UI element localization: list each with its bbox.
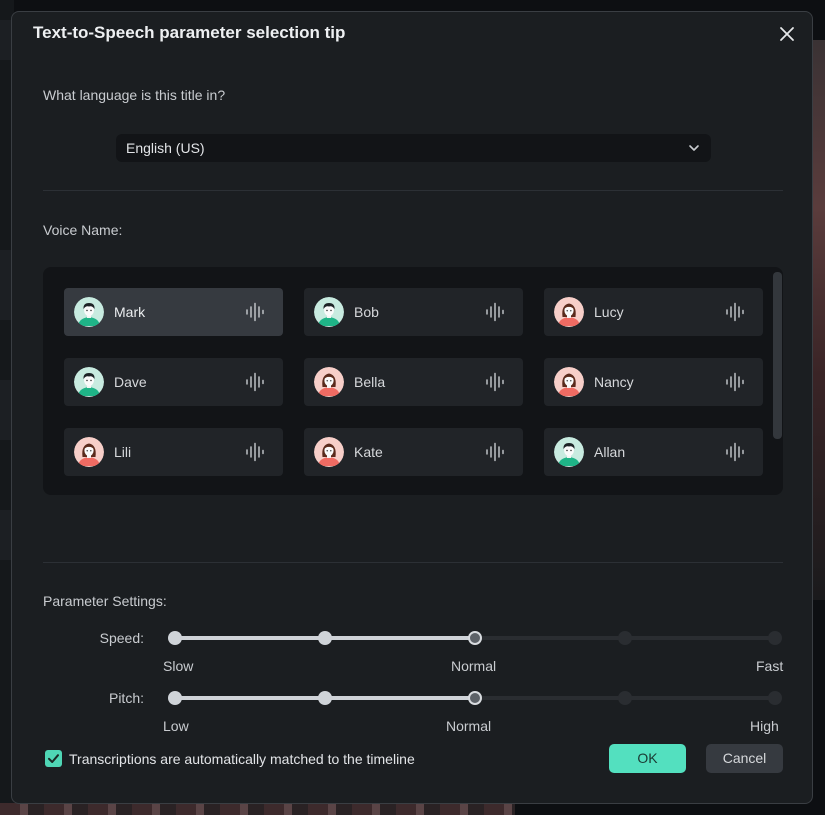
audio-wave-icon [486, 372, 504, 392]
avatar [554, 437, 584, 467]
slider-step[interactable] [618, 631, 632, 645]
divider [43, 190, 783, 191]
slider-step[interactable] [768, 631, 782, 645]
preview-voice-button[interactable] [725, 442, 747, 462]
male-avatar-icon [554, 437, 584, 467]
voice-name: Bella [354, 374, 386, 390]
voice-card-lucy[interactable]: Lucy [544, 288, 763, 336]
audio-wave-icon [486, 442, 504, 462]
audio-wave-icon [246, 372, 264, 392]
voice-card-mark[interactable]: Mark [64, 288, 283, 336]
voice-name: Dave [114, 374, 147, 390]
language-question: What language is this title in? [43, 87, 226, 103]
background-timeline [0, 803, 515, 815]
audio-wave-icon [246, 302, 264, 322]
voice-card-allan[interactable]: Allan [544, 428, 763, 476]
speed-label: Speed: [99, 630, 144, 646]
tts-dialog: Text-to-Speech parameter selection tip W… [11, 11, 813, 804]
audio-wave-icon [246, 442, 264, 462]
male-avatar-icon [314, 297, 344, 327]
voice-card-dave[interactable]: Dave [64, 358, 283, 406]
male-avatar-icon [74, 367, 104, 397]
dialog-title: Text-to-Speech parameter selection tip [33, 23, 346, 42]
male-avatar-icon [74, 297, 104, 327]
slider-step[interactable] [768, 691, 782, 705]
language-select-value: English (US) [126, 140, 205, 156]
preview-voice-button[interactable] [485, 442, 507, 462]
slider-thumb[interactable] [468, 631, 482, 645]
ok-button[interactable]: OK [609, 744, 686, 773]
auto-match-label: Transcriptions are automatically matched… [69, 751, 415, 767]
slider-step[interactable] [168, 691, 182, 705]
auto-match-checkbox[interactable] [45, 750, 62, 767]
voice-name: Lili [114, 444, 132, 460]
pitch-slider[interactable] [168, 688, 783, 708]
voice-name-label: Voice Name: [43, 222, 123, 238]
voice-name: Bob [354, 304, 379, 320]
avatar [74, 297, 104, 327]
speed-max-label: Fast [756, 658, 784, 674]
cancel-button[interactable]: Cancel [706, 744, 783, 773]
avatar [554, 297, 584, 327]
voice-list-scrollbar[interactable] [773, 272, 782, 439]
voice-card-bella[interactable]: Bella [304, 358, 523, 406]
close-icon [780, 27, 794, 41]
pitch-min-label: Low [163, 718, 189, 734]
speed-mid-label: Normal [451, 658, 497, 674]
pitch-mid-label: Normal [446, 718, 492, 734]
female-avatar-icon [314, 437, 344, 467]
slider-thumb[interactable] [468, 691, 482, 705]
chevron-down-icon [689, 145, 699, 151]
female-avatar-icon [554, 297, 584, 327]
voice-card-nancy[interactable]: Nancy [544, 358, 763, 406]
preview-voice-button[interactable] [245, 442, 267, 462]
close-button[interactable] [775, 22, 799, 46]
preview-voice-button[interactable] [485, 372, 507, 392]
avatar [554, 367, 584, 397]
slider-step[interactable] [318, 631, 332, 645]
checkmark-icon [48, 754, 59, 763]
female-avatar-icon [74, 437, 104, 467]
slider-step[interactable] [318, 691, 332, 705]
voice-name: Mark [114, 304, 146, 320]
voice-card-lili[interactable]: Lili [64, 428, 283, 476]
avatar [314, 297, 344, 327]
avatar [74, 437, 104, 467]
parameter-settings-label: Parameter Settings: [43, 593, 167, 609]
slider-step[interactable] [618, 691, 632, 705]
pitch-label: Pitch: [108, 690, 144, 706]
background-preview [811, 40, 825, 600]
avatar [314, 437, 344, 467]
preview-voice-button[interactable] [485, 302, 507, 322]
slider-step[interactable] [168, 631, 182, 645]
avatar [314, 367, 344, 397]
voice-name: Lucy [594, 304, 624, 320]
preview-voice-button[interactable] [725, 372, 747, 392]
voice-card-bob[interactable]: Bob [304, 288, 523, 336]
voice-card-kate[interactable]: Kate [304, 428, 523, 476]
voice-list: Mark Bob Lucy Dave Bella Nancy Lili Kate… [43, 267, 783, 495]
speed-slider[interactable] [168, 628, 783, 648]
pitch-max-label: High [750, 718, 779, 734]
voice-name: Kate [354, 444, 383, 460]
language-select[interactable]: English (US) [116, 134, 711, 162]
audio-wave-icon [486, 302, 504, 322]
audio-wave-icon [726, 302, 744, 322]
audio-wave-icon [726, 442, 744, 462]
voice-name: Nancy [594, 374, 634, 390]
speed-min-label: Slow [163, 658, 194, 674]
preview-voice-button[interactable] [245, 372, 267, 392]
female-avatar-icon [314, 367, 344, 397]
preview-voice-button[interactable] [245, 302, 267, 322]
divider [43, 562, 783, 563]
female-avatar-icon [554, 367, 584, 397]
preview-voice-button[interactable] [725, 302, 747, 322]
avatar [74, 367, 104, 397]
audio-wave-icon [726, 372, 744, 392]
voice-name: Allan [594, 444, 626, 460]
